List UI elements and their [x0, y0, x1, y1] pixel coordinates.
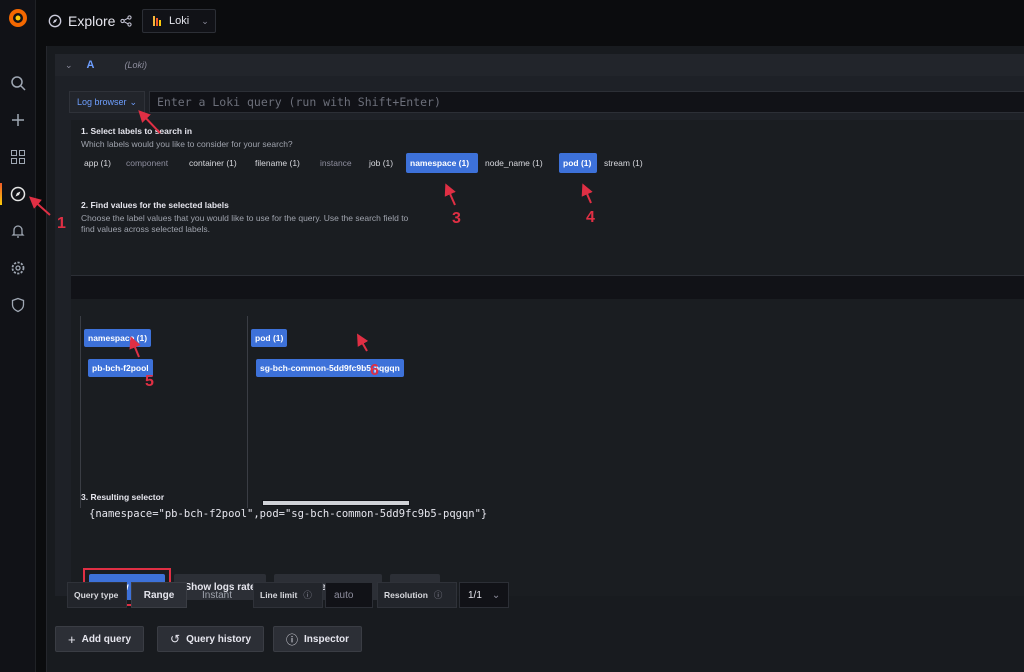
- inspector-label: Inspector: [304, 633, 350, 645]
- add-query-label: Add query: [81, 633, 132, 645]
- datasource-name: Loki: [169, 15, 190, 27]
- explore-compass-icon[interactable]: [0, 181, 36, 207]
- plus-icon: +: [68, 631, 76, 647]
- line-limit-input[interactable]: auto: [325, 582, 373, 608]
- step1-desc: Which labels would you like to consider …: [81, 139, 293, 149]
- gear-icon[interactable]: [0, 255, 36, 281]
- resolution-select[interactable]: 1/1 ⌄: [459, 582, 509, 608]
- query-ref-id[interactable]: A: [87, 59, 95, 71]
- datasource-picker[interactable]: Loki ⌄: [142, 9, 216, 33]
- annotation-number-1: 1: [57, 215, 66, 232]
- plus-icon[interactable]: [0, 107, 36, 133]
- grafana-logo-icon[interactable]: [6, 6, 30, 30]
- query-datasource-name: (Loki): [124, 60, 148, 70]
- resolution-text: Resolution: [384, 590, 428, 600]
- label-container[interactable]: container (1): [185, 153, 241, 173]
- chevron-down-icon: ⌄: [201, 15, 209, 26]
- share-icon[interactable]: [120, 15, 132, 27]
- horizontal-scrollbar[interactable]: [262, 500, 410, 506]
- query-type-label: Query type: [67, 582, 127, 608]
- info-icon[interactable]: ⓘ: [434, 589, 443, 601]
- explore-main: ⌄ A (Loki) Log browser ⌄ Enter a Loki qu…: [46, 46, 1024, 672]
- line-limit-label: Line limit ⓘ: [253, 582, 323, 608]
- label-app[interactable]: app (1): [80, 153, 115, 173]
- history-icon: ↺: [170, 632, 181, 646]
- step1-title: 1. Select labels to search in: [81, 126, 193, 136]
- label-value-search-input[interactable]: [71, 275, 1024, 299]
- chevron-down-icon: ⌄: [491, 589, 501, 601]
- label-stream[interactable]: stream (1): [600, 153, 647, 173]
- label-instance[interactable]: instance: [316, 153, 356, 173]
- chevron-down-icon: ⌄: [129, 96, 138, 107]
- label-pod[interactable]: pod (1): [559, 153, 597, 173]
- label-node-name[interactable]: node_name (1): [481, 153, 547, 173]
- label-component[interactable]: component: [122, 153, 172, 173]
- resolution-value: 1/1: [468, 589, 482, 601]
- query-type-range[interactable]: Range: [131, 582, 187, 608]
- resulting-selector: {namespace="pb-bch-f2pool",pod="sg-bch-c…: [89, 508, 488, 520]
- annotation-number-6: 6: [370, 362, 379, 379]
- page-title: Explore: [68, 13, 116, 29]
- resolution-label: Resolution ⓘ: [377, 582, 457, 608]
- alerting-bell-icon[interactable]: [0, 218, 36, 244]
- column-divider: [80, 316, 81, 508]
- line-limit-placeholder: auto: [334, 589, 354, 601]
- info-icon[interactable]: ⓘ: [303, 589, 312, 601]
- value-namespace-selected[interactable]: pb-bch-f2pool: [88, 359, 153, 377]
- annotation-number-3: 3: [452, 210, 461, 227]
- label-namespace[interactable]: namespace (1): [406, 153, 478, 173]
- column-header-namespace: namespace (1): [84, 329, 152, 347]
- top-bar: Explore Loki ⌄: [36, 0, 1024, 42]
- query-type-instant[interactable]: Instant: [187, 582, 247, 608]
- explore-compass-icon: [48, 14, 62, 28]
- annotation-number-5: 5: [145, 373, 154, 390]
- log-browser-button[interactable]: Log browser ⌄: [69, 91, 145, 113]
- label-filename[interactable]: filename (1): [251, 153, 304, 173]
- query-row-header[interactable]: ⌄ A (Loki): [55, 54, 1024, 76]
- value-pod-selected[interactable]: sg-bch-common-5dd9fc9b5-pqgqn: [256, 359, 404, 377]
- step3-title: 3. Resulting selector: [81, 492, 165, 502]
- shield-icon[interactable]: [0, 292, 36, 318]
- info-circle-icon: ⓘ: [286, 632, 299, 647]
- column-header-pod: pod (1): [251, 329, 288, 347]
- step2-title: 2. Find values for the selected labels: [81, 200, 229, 210]
- query-placeholder: Enter a Loki query (run with Shift+Enter…: [157, 95, 441, 109]
- sidebar: [0, 0, 36, 672]
- column-divider: [247, 316, 248, 508]
- step2-desc-line1: Choose the label values that you would l…: [81, 213, 409, 223]
- query-input[interactable]: Enter a Loki query (run with Shift+Enter…: [149, 91, 1024, 113]
- annotation-number-4: 4: [586, 209, 595, 226]
- query-editor: Log browser ⌄ Enter a Loki query (run wi…: [55, 76, 1024, 606]
- add-query-button[interactable]: + Add query: [55, 626, 145, 652]
- step2-desc-line2: find values across selected labels.: [81, 224, 210, 234]
- query-history-label: Query history: [186, 633, 252, 645]
- label-job[interactable]: job (1): [365, 153, 397, 173]
- collapse-chevron-icon[interactable]: ⌄: [65, 60, 73, 71]
- query-history-button[interactable]: ↺ Query history: [157, 626, 265, 652]
- label-browser: 1. Select labels to search in Which labe…: [71, 120, 1024, 606]
- inspector-button[interactable]: ⓘ Inspector: [273, 626, 363, 652]
- dashboards-icon[interactable]: [0, 144, 36, 170]
- search-icon[interactable]: [0, 70, 36, 96]
- log-browser-label: Log browser: [76, 97, 127, 107]
- loki-logo-icon: [153, 16, 161, 26]
- line-limit-text: Line limit: [260, 590, 298, 600]
